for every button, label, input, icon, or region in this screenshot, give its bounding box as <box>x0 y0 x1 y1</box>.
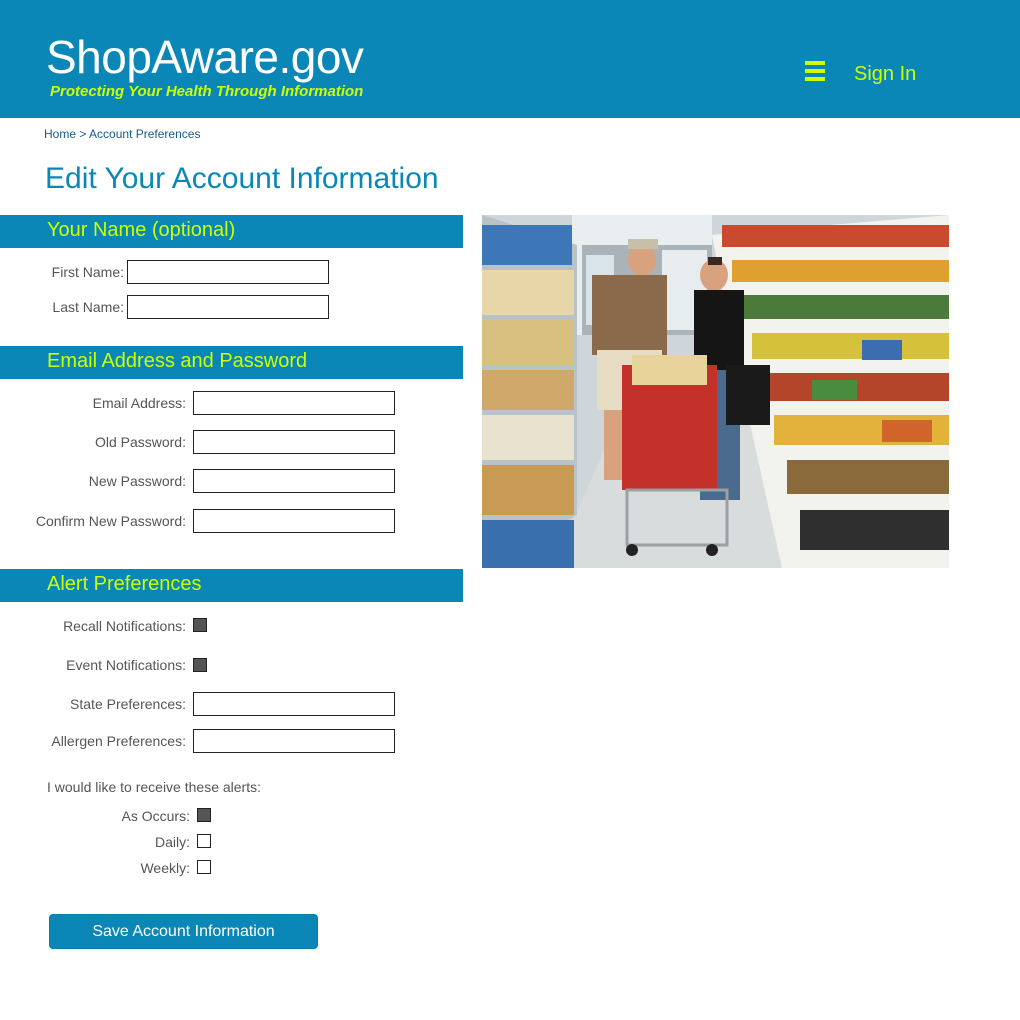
last-name-label: Last Name: <box>52 299 124 315</box>
hamburger-menu-icon[interactable] <box>805 61 825 83</box>
site-tagline: Protecting Your Health Through Informati… <box>50 83 364 100</box>
breadcrumb-home-link[interactable]: Home <box>44 127 76 141</box>
as-occurs-label: As Occurs: <box>121 808 190 824</box>
first-name-label: First Name: <box>51 264 124 280</box>
event-notifications-label: Event Notifications: <box>66 657 186 673</box>
recall-notifications-label: Recall Notifications: <box>63 618 186 634</box>
allergen-preferences-label: Allergen Preferences: <box>51 733 186 749</box>
new-password-label: New Password: <box>88 473 186 489</box>
weekly-label: Weekly: <box>140 860 190 876</box>
first-name-field[interactable] <box>127 260 329 284</box>
save-account-information-button[interactable]: Save Account Information <box>49 914 318 949</box>
old-password-field[interactable] <box>193 430 395 454</box>
sign-in-link[interactable]: Sign In <box>854 63 916 86</box>
section-header-email-password: Email Address and Password <box>0 346 463 379</box>
section-title-email-password: Email Address and Password <box>47 350 308 372</box>
weekly-checkbox[interactable] <box>197 860 211 874</box>
section-title-name: Your Name (optional) <box>47 219 236 241</box>
allergen-preferences-field[interactable] <box>193 729 395 753</box>
new-password-field[interactable] <box>193 469 395 493</box>
recall-notifications-checkbox[interactable] <box>193 618 207 632</box>
daily-label: Daily: <box>154 834 190 850</box>
confirm-new-password-label: Confirm New Password: <box>35 513 186 529</box>
breadcrumb: Home > Account Preferences <box>44 127 200 141</box>
section-header-name: Your Name (optional) <box>0 215 463 248</box>
daily-checkbox[interactable] <box>197 834 211 848</box>
section-title-alerts: Alert Preferences <box>47 573 202 595</box>
state-preferences-field[interactable] <box>193 692 395 716</box>
section-header-alerts: Alert Preferences <box>0 569 463 602</box>
email-address-label: Email Address: <box>92 395 186 411</box>
breadcrumb-current[interactable]: Account Preferences <box>89 127 200 141</box>
alerts-frequency-intro: I would like to receive these alerts: <box>47 779 261 795</box>
breadcrumb-separator: > <box>79 127 87 141</box>
state-preferences-label: State Preferences: <box>70 696 186 712</box>
site-logo-title[interactable]: ShopAware.gov <box>46 30 364 84</box>
site-header: ShopAware.gov Protecting Your Health Thr… <box>0 0 1020 118</box>
last-name-field[interactable] <box>127 295 329 319</box>
grocery-shoppers-photo <box>482 215 949 568</box>
email-address-field[interactable] <box>193 391 395 415</box>
page-title: Edit Your Account Information <box>45 162 439 195</box>
as-occurs-checkbox[interactable] <box>197 808 211 822</box>
confirm-new-password-field[interactable] <box>193 509 395 533</box>
old-password-label: Old Password: <box>94 434 186 450</box>
event-notifications-checkbox[interactable] <box>193 658 207 672</box>
